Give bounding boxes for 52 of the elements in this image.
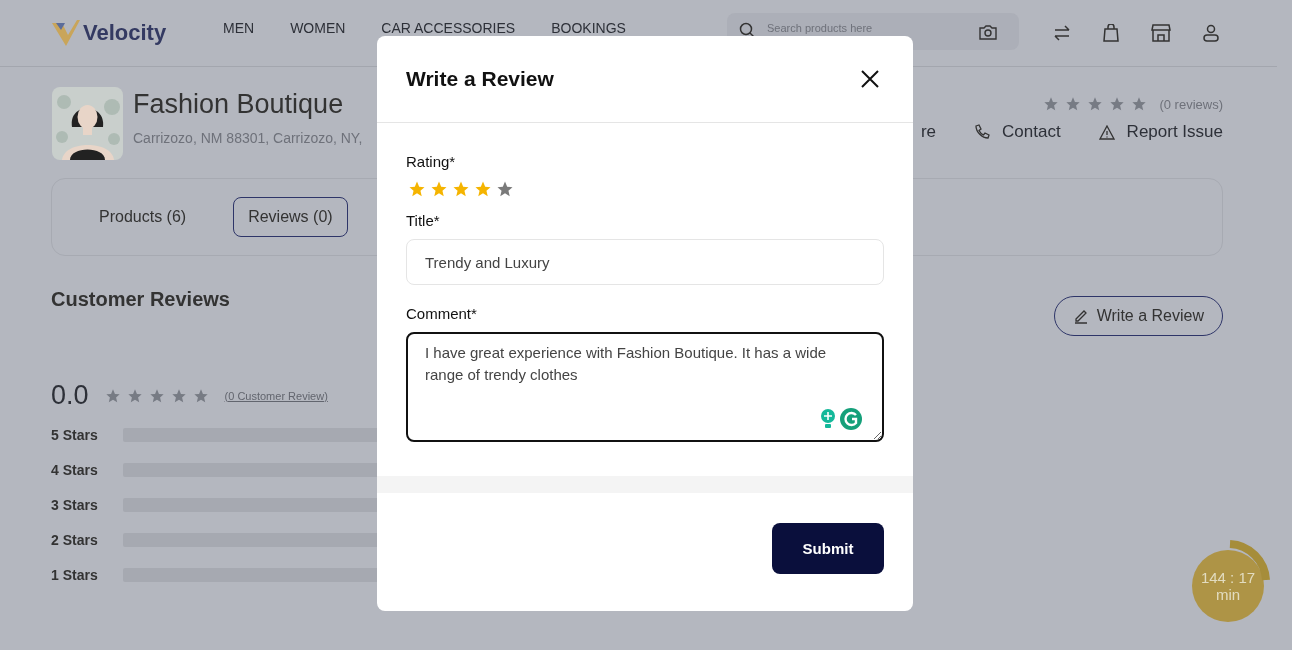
star-icon[interactable]: [452, 180, 470, 198]
logo-text[interactable]: Velocity: [83, 20, 167, 46]
timer-unit: min: [1215, 586, 1241, 603]
warning-icon: [1098, 124, 1115, 140]
tab[interactable]: Products (6): [84, 197, 202, 237]
star-level-label: 2 Stars: [51, 532, 99, 548]
nav-link[interactable]: MEN: [223, 21, 255, 35]
field-label: Rating*: [406, 153, 457, 170]
star-level-label: 5 Stars: [51, 427, 99, 443]
user-icon[interactable]: [1203, 24, 1219, 42]
comment-field[interactable]: I have great experience with Fashion Boutique. It has a wide range of trendy clothes: [406, 332, 884, 442]
star-level-label: 4 Stars: [51, 462, 99, 478]
submit-button[interactable]: Submit: [772, 523, 884, 574]
nav-link[interactable]: CAR ACCESSORIES: [381, 21, 516, 35]
report-link[interactable]: Report Issue: [1098, 122, 1223, 142]
star-icon[interactable]: [496, 180, 514, 198]
pencil-icon: [1072, 308, 1089, 324]
star-icon[interactable]: [430, 180, 448, 198]
swap-icon[interactable]: [1053, 25, 1071, 41]
lightbulb-icon[interactable]: [820, 409, 836, 429]
store-action-link[interactable]: re: [920, 122, 936, 142]
star-icon[interactable]: [474, 180, 492, 198]
star-icon: [1131, 96, 1148, 112]
contact-link[interactable]: Contact: [974, 122, 1061, 142]
star-icon: [1065, 96, 1082, 112]
logo-icon: [52, 20, 80, 46]
star-icon: [1109, 96, 1126, 112]
title-field[interactable]: Trendy and Luxury: [406, 239, 884, 285]
section-heading: Customer Reviews: [51, 287, 230, 312]
store-address: Carrizozo, NM 88301, Carrizozo, NY,: [133, 130, 363, 146]
field-label: Comment*: [406, 305, 478, 322]
review-count: (0 reviews): [1159, 96, 1223, 112]
star-icon: [1087, 96, 1104, 112]
field-label: Title*: [406, 212, 441, 229]
store-icon[interactable]: [1151, 24, 1171, 42]
timer-time: 144 : 17: [1200, 569, 1256, 586]
nav-link[interactable]: WOMEN: [290, 21, 346, 35]
camera-icon[interactable]: [979, 23, 997, 40]
star-icon: [1043, 96, 1060, 112]
search-icon: [739, 21, 755, 38]
dialog-title: Write a Review: [406, 67, 554, 91]
grammar-assistant-icon[interactable]: [840, 408, 862, 430]
star-icon[interactable]: [408, 180, 426, 198]
star-level-label: 3 Stars: [51, 497, 99, 513]
store-name: Fashion Boutique: [133, 89, 345, 120]
star-level-label: 1 Stars: [51, 567, 99, 583]
phone-icon: [974, 124, 990, 140]
close-icon[interactable]: [861, 70, 879, 88]
tab[interactable]: Reviews (0): [233, 197, 348, 237]
average-rating: 0.0: [51, 380, 89, 411]
shopping-bag-icon[interactable]: [1103, 24, 1119, 42]
nav-link[interactable]: BOOKINGS: [551, 21, 626, 35]
